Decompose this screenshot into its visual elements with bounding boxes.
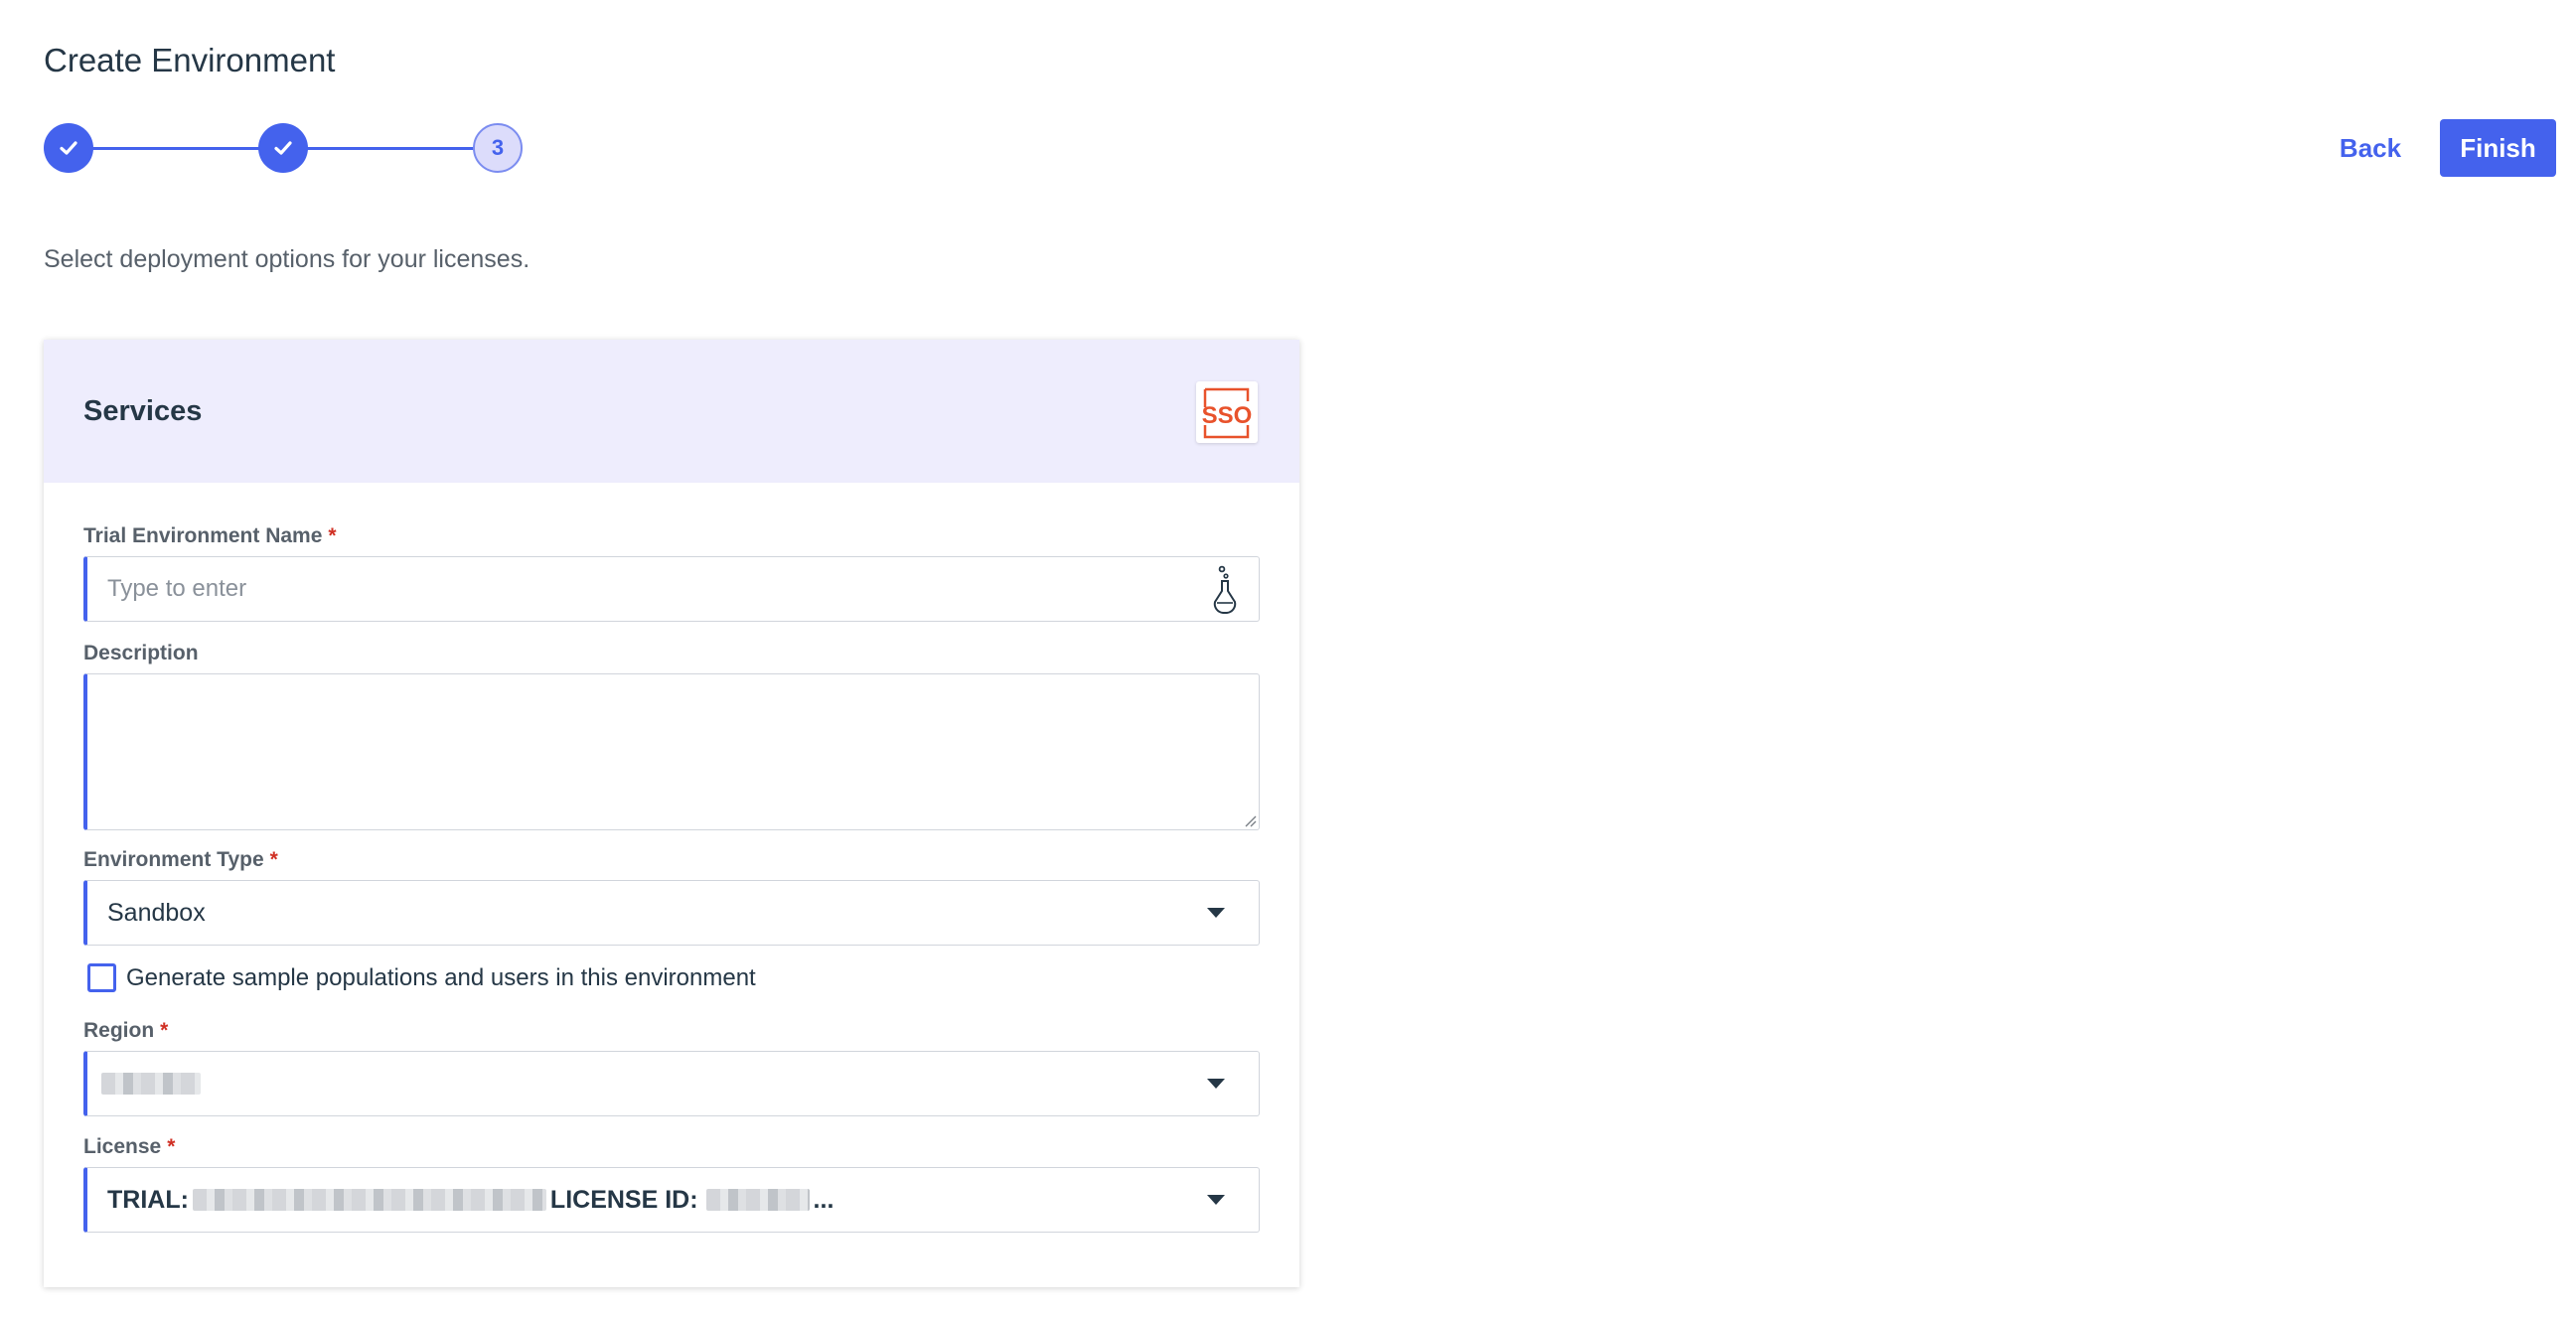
description-textarea[interactable] [83,673,1260,830]
sample-data-option[interactable]: Generate sample populations and users in… [87,963,756,992]
check-icon [274,141,292,155]
environment-type-label: Environment Type * [83,848,278,871]
environment-name-label: Trial Environment Name * [83,524,337,547]
license-value: TRIAL: LICENSE ID: ... [107,1185,834,1214]
page-subtitle: Select deployment options for your licen… [44,245,530,273]
step-2-complete[interactable] [258,123,308,173]
card-header: Services SSO [44,340,1299,483]
required-mark: * [328,524,337,547]
region-value [101,1052,201,1115]
wizard-stepper: 3 [44,123,523,173]
card-title: Services [83,395,203,427]
resize-grip-icon[interactable] [1243,813,1257,827]
required-mark: * [269,848,278,871]
caret-down-icon [1207,1195,1225,1205]
caret-down-icon [1207,908,1225,918]
redacted-text [705,1189,810,1211]
required-mark: * [167,1135,176,1158]
sample-data-label[interactable]: Generate sample populations and users in… [126,964,756,992]
step-3-current: 3 [473,123,523,173]
license-select[interactable]: TRIAL: LICENSE ID: ... [83,1167,1260,1233]
sso-logo-text: SSO [1202,402,1253,429]
flask-icon[interactable] [1207,563,1243,615]
finish-button[interactable]: Finish [2440,119,2556,177]
stepper-connector [91,147,260,150]
redacted-text [101,1073,201,1095]
redacted-text [192,1189,546,1211]
required-mark: * [160,1019,169,1042]
description-label: Description [83,642,199,664]
check-icon [60,141,77,155]
region-select[interactable] [83,1051,1260,1116]
back-button[interactable]: Back [2321,119,2420,177]
step-1-complete[interactable] [44,123,93,173]
region-label: Region * [83,1019,169,1042]
sample-data-checkbox[interactable] [87,963,116,992]
sso-logo: SSO [1196,381,1258,443]
page-title: Create Environment [44,42,336,78]
caret-down-icon [1207,1079,1225,1089]
services-card: Services SSO Trial Environment Name* Des… [44,340,1299,1287]
environment-type-value: Sandbox [107,898,206,927]
environment-type-select[interactable]: Sandbox [83,880,1260,946]
environment-name-field[interactable] [83,556,1260,622]
license-label: License * [83,1135,176,1158]
environment-name-input[interactable] [107,557,1180,621]
stepper-connector [307,147,476,150]
